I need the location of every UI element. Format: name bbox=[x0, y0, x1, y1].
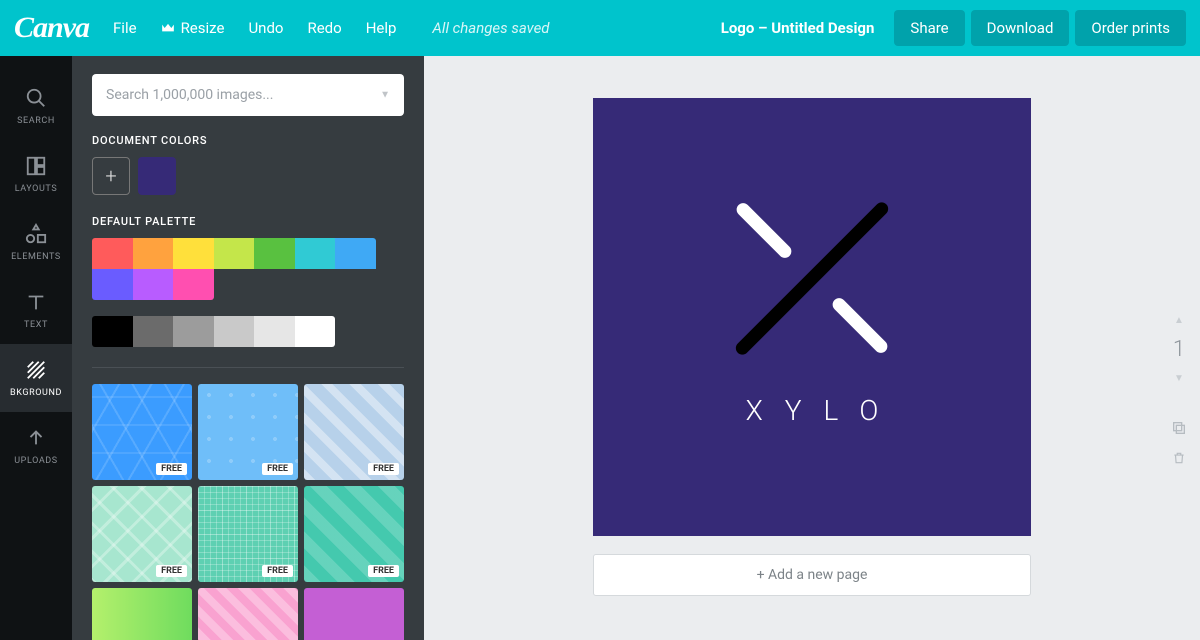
bg-tile[interactable]: FREE bbox=[92, 384, 192, 480]
menu-help[interactable]: Help bbox=[366, 19, 397, 37]
crown-icon bbox=[161, 23, 175, 33]
brand-logo[interactable]: Canva bbox=[14, 11, 89, 45]
chevron-down-icon[interactable]: ▼ bbox=[380, 90, 390, 101]
rail-elements[interactable]: ELEMENTS bbox=[0, 208, 72, 276]
logo-mark[interactable] bbox=[722, 188, 902, 368]
rail-search-label: SEARCH bbox=[17, 116, 55, 126]
default-palette-title: DEFAULT PALETTE bbox=[92, 215, 404, 228]
menu-undo[interactable]: Undo bbox=[248, 19, 283, 37]
top-bar: Canva File Resize Undo Redo Help All cha… bbox=[0, 0, 1200, 56]
gray-swatch[interactable] bbox=[173, 316, 214, 347]
page-up-icon[interactable]: ▲ bbox=[1174, 316, 1184, 325]
page-down-icon[interactable]: ▼ bbox=[1174, 374, 1184, 383]
doc-color-swatch[interactable] bbox=[138, 157, 176, 195]
document-colors-title: DOCUMENT COLORS bbox=[92, 134, 404, 147]
rail-text-label: TEXT bbox=[24, 320, 48, 330]
image-search[interactable]: ▼ bbox=[92, 74, 404, 116]
search-icon bbox=[24, 86, 48, 110]
palette-swatch[interactable] bbox=[92, 238, 133, 269]
bg-tile[interactable]: FREE bbox=[92, 486, 192, 582]
gray-swatch[interactable] bbox=[92, 316, 133, 347]
delete-page-icon[interactable] bbox=[1170, 449, 1188, 467]
main-menu: File Resize Undo Redo Help All changes s… bbox=[113, 19, 550, 37]
free-badge: FREE bbox=[156, 463, 187, 475]
menu-redo[interactable]: Redo bbox=[307, 19, 341, 37]
order-prints-button[interactable]: Order prints bbox=[1075, 10, 1186, 46]
rail-layouts-label: LAYOUTS bbox=[15, 184, 58, 194]
free-badge: FREE bbox=[368, 565, 399, 577]
layouts-icon bbox=[24, 154, 48, 178]
menu-file[interactable]: File bbox=[113, 19, 137, 37]
free-badge: FREE bbox=[262, 565, 293, 577]
rail-text[interactable]: TEXT bbox=[0, 276, 72, 344]
menu-resize[interactable]: Resize bbox=[161, 19, 225, 37]
palette-swatch[interactable] bbox=[254, 238, 295, 269]
palette-swatch[interactable] bbox=[173, 269, 214, 300]
rail-background-label: BKGROUND bbox=[10, 388, 62, 398]
bg-tile[interactable] bbox=[92, 588, 192, 640]
palette-swatch[interactable] bbox=[335, 238, 376, 269]
add-color-button[interactable]: + bbox=[92, 157, 130, 195]
gray-swatch[interactable] bbox=[214, 316, 255, 347]
free-badge: FREE bbox=[156, 565, 187, 577]
bg-tile[interactable]: FREE bbox=[304, 486, 404, 582]
logo-stroke-white-1 bbox=[734, 200, 794, 260]
rail-layouts[interactable]: LAYOUTS bbox=[0, 140, 72, 208]
bg-tile[interactable]: FREE bbox=[198, 384, 298, 480]
add-page-button[interactable]: + Add a new page bbox=[593, 554, 1031, 596]
canvas-area: XYLO + Add a new page ▲ 1 ▼ bbox=[424, 56, 1200, 640]
rail-uploads-label: UPLOADS bbox=[14, 456, 58, 466]
page-tools: ▲ 1 ▼ bbox=[1170, 316, 1188, 467]
divider bbox=[92, 367, 404, 368]
bg-tile[interactable]: FREE bbox=[304, 384, 404, 480]
grayscale-row bbox=[92, 316, 404, 347]
palette-swatch[interactable] bbox=[133, 269, 174, 300]
palette-swatch[interactable] bbox=[295, 238, 336, 269]
bg-tile[interactable] bbox=[198, 588, 298, 640]
save-status: All changes saved bbox=[432, 19, 549, 37]
document-title[interactable]: Logo – Untitled Design bbox=[721, 19, 875, 37]
background-grid: FREE FREE FREE FREE FREE FREE bbox=[92, 384, 404, 640]
default-palette bbox=[92, 238, 404, 300]
palette-swatch[interactable] bbox=[173, 238, 214, 269]
free-badge: FREE bbox=[262, 463, 293, 475]
bg-tile[interactable] bbox=[304, 588, 404, 640]
side-panel: ▼ DOCUMENT COLORS + DEFAULT PALETTE FREE… bbox=[72, 56, 424, 640]
copy-page-icon[interactable] bbox=[1170, 419, 1188, 437]
gray-swatch[interactable] bbox=[254, 316, 295, 347]
bg-tile[interactable]: FREE bbox=[198, 486, 298, 582]
rail-uploads[interactable]: UPLOADS bbox=[0, 412, 72, 480]
rail-elements-label: ELEMENTS bbox=[11, 252, 61, 262]
rail-search[interactable]: SEARCH bbox=[0, 72, 72, 140]
palette-swatch[interactable] bbox=[133, 238, 174, 269]
left-rail: SEARCH LAYOUTS ELEMENTS TEXT BKGROUND UP… bbox=[0, 56, 72, 640]
free-badge: FREE bbox=[368, 463, 399, 475]
palette-swatch[interactable] bbox=[214, 238, 255, 269]
design-canvas[interactable]: XYLO bbox=[593, 98, 1031, 536]
palette-swatch[interactable] bbox=[92, 269, 133, 300]
page-number: 1 bbox=[1173, 337, 1185, 362]
gray-swatch[interactable] bbox=[133, 316, 174, 347]
text-icon bbox=[24, 290, 48, 314]
logo-stroke-white-2 bbox=[830, 295, 890, 355]
logo-text[interactable]: XYLO bbox=[724, 394, 901, 427]
search-input[interactable] bbox=[106, 87, 390, 103]
download-button[interactable]: Download bbox=[971, 10, 1070, 46]
document-colors: + bbox=[92, 157, 404, 195]
elements-icon bbox=[24, 222, 48, 246]
rail-background[interactable]: BKGROUND bbox=[0, 344, 72, 412]
gray-swatch[interactable] bbox=[295, 316, 336, 347]
uploads-icon bbox=[24, 426, 48, 450]
menu-resize-label: Resize bbox=[181, 19, 225, 37]
share-button[interactable]: Share bbox=[894, 10, 964, 46]
background-icon bbox=[24, 358, 48, 382]
